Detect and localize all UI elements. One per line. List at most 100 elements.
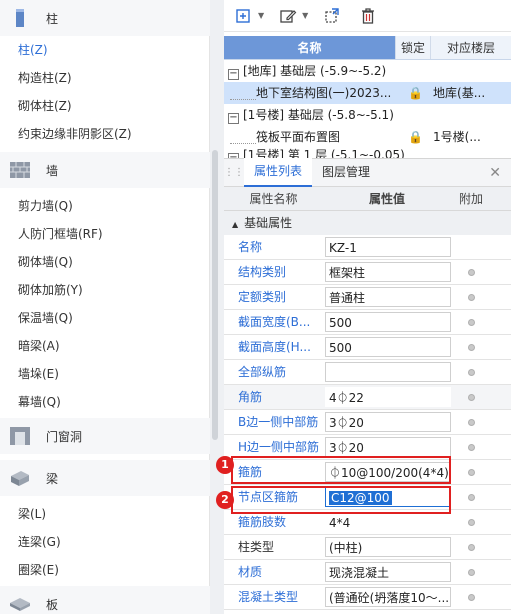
- header-extra: 附加: [458, 192, 483, 206]
- floor-value: 库(基...: [445, 86, 486, 100]
- layer-name: 地下室结构图(一)2023...: [256, 86, 392, 100]
- tree-item-construction-column[interactable]: 构造柱(Z): [0, 64, 72, 92]
- tree-item-civil-defense-wall[interactable]: 人防门框墙(RF): [0, 220, 103, 248]
- lock-icon[interactable]: 🔒: [398, 82, 433, 104]
- property-name: 材质: [238, 565, 263, 579]
- collapse-icon[interactable]: −: [228, 113, 239, 124]
- properties-panel: ⋮⋮ 属性列表 图层管理 ✕ 属性名称 属性值 附加 ▲ 基础属性 名称 KZ-1 …: [224, 158, 511, 614]
- property-value-input[interactable]: KZ-1: [325, 237, 451, 257]
- category-wall[interactable]: 墙: [0, 152, 210, 188]
- tree-item-beam[interactable]: 梁(L): [0, 500, 46, 528]
- extra-checkbox[interactable]: [467, 368, 475, 376]
- chevron-down-icon[interactable]: ▼: [258, 11, 264, 20]
- property-name: B边一侧中部筋: [238, 415, 319, 429]
- tree-item-shear-wall[interactable]: 剪力墙(Q): [0, 192, 73, 220]
- highlight-box-stirrup: [231, 456, 451, 484]
- property-value-input[interactable]: (中柱): [325, 537, 451, 557]
- tree-item-column[interactable]: 柱(Z): [0, 36, 48, 64]
- extra-checkbox[interactable]: [467, 343, 475, 351]
- copy-layer-icon[interactable]: [320, 5, 344, 27]
- property-value-input[interactable]: [325, 362, 451, 382]
- property-value-input[interactable]: 500: [325, 337, 451, 357]
- extra-checkbox[interactable]: [467, 443, 475, 451]
- properties-tabs: ⋮⋮ 属性列表 图层管理 ✕: [224, 158, 511, 187]
- property-name: 定额类别: [238, 290, 287, 304]
- tab-layer-management[interactable]: 图层管理: [312, 159, 380, 186]
- extra-checkbox[interactable]: [467, 493, 475, 501]
- tree-item-constraint-edge[interactable]: 约束边缘非阴影区(Z): [0, 120, 132, 148]
- tree-item-coupling-beam[interactable]: 连梁(G): [0, 528, 61, 556]
- layer-name: 筏板平面布置图: [256, 130, 341, 144]
- group-label: 基础属性: [244, 216, 293, 230]
- extra-checkbox[interactable]: [467, 318, 475, 326]
- category-beam[interactable]: 梁: [0, 460, 210, 496]
- category-column[interactable]: 柱: [0, 0, 210, 36]
- category-label: 墙: [46, 163, 59, 178]
- tree-item-hidden-beam[interactable]: 暗梁(A): [0, 332, 60, 360]
- layer-group-partial[interactable]: − [1号楼] 第 1 层 (-5.1~-0.05): [224, 148, 511, 158]
- property-value-input[interactable]: 500: [325, 312, 451, 332]
- highlight-box-joint-stirrup: [231, 486, 451, 514]
- tree-item-ring-beam[interactable]: 圈梁(E): [0, 556, 59, 584]
- collapse-arrow-icon[interactable]: ▲: [232, 220, 238, 229]
- callout-badge-1: 1: [216, 456, 234, 474]
- category-label: 板: [46, 597, 59, 612]
- tree-item-masonry-wall[interactable]: 砌体墙(Q): [0, 248, 73, 276]
- property-value-input[interactable]: 普通柱: [325, 287, 451, 307]
- extra-checkbox[interactable]: [467, 543, 475, 551]
- extra-checkbox[interactable]: [467, 268, 475, 276]
- tree-item-masonry-column[interactable]: 砌体柱(Z): [0, 92, 72, 120]
- property-name: 截面宽度(B...: [238, 315, 311, 329]
- property-value-input[interactable]: 现浇混凝土: [325, 562, 451, 582]
- extra-checkbox[interactable]: [467, 293, 475, 301]
- layer-group-building1[interactable]: − [1号楼] 基础层 (-5.8~-5.1): [224, 104, 511, 126]
- left-scrollbar-thumb[interactable]: [212, 150, 218, 440]
- column-icon: [8, 7, 32, 29]
- tree-item-masonry-rebar[interactable]: 砌体加筋(Y): [0, 276, 83, 304]
- group-label: [1号楼] 第 1 层 (-5.1~-0.05): [243, 148, 405, 158]
- add-layer-icon[interactable]: [232, 5, 256, 27]
- layer-row-basement-drawing[interactable]: 地下室结构图(一)2023... 🔒 地库(基...: [224, 82, 511, 104]
- chevron-down-icon[interactable]: ▼: [302, 11, 308, 20]
- property-row: 混凝土类型 (普通砼(坍落度10～...: [224, 585, 511, 610]
- tree-item-insulation-wall[interactable]: 保温墙(Q): [0, 304, 73, 332]
- layer-row-raft-plan[interactable]: 筏板平面布置图 🔒 1号楼(...: [224, 126, 511, 148]
- property-value-input[interactable]: 框架柱: [325, 262, 451, 282]
- property-row: B边一侧中部筋 3⏀20: [224, 410, 511, 435]
- header-name: 名称: [224, 36, 395, 59]
- tab-property-list[interactable]: 属性列表: [244, 158, 313, 187]
- extra-checkbox[interactable]: [467, 468, 475, 476]
- property-name: 混凝土类型: [238, 590, 299, 604]
- layer-table-header: 名称 锁定 对应楼层: [224, 36, 511, 60]
- property-row: 角筋 4⏀22: [224, 385, 511, 410]
- trash-icon[interactable]: [356, 5, 380, 27]
- slab-icon: [8, 593, 32, 614]
- property-row: 柱类型 (中柱): [224, 535, 511, 560]
- tree-item-wall-pier[interactable]: 墙垛(E): [0, 360, 59, 388]
- property-group-basic[interactable]: ▲ 基础属性: [224, 211, 511, 235]
- extra-checkbox[interactable]: [467, 393, 475, 401]
- property-value-input[interactable]: 3⏀20: [325, 437, 451, 457]
- beam-icon: [8, 467, 32, 489]
- category-door-window[interactable]: 门窗洞: [0, 418, 210, 454]
- extra-checkbox[interactable]: [467, 418, 475, 426]
- property-rows: 名称 KZ-1 结构类别 框架柱 定额类别 普通柱 截面宽度(B... 500 截面高度…: [224, 235, 511, 610]
- extra-checkbox[interactable]: [467, 593, 475, 601]
- property-name: 名称: [238, 240, 263, 254]
- edit-layer-icon[interactable]: [276, 5, 300, 27]
- tree-item-curtain-wall[interactable]: 幕墙(Q): [0, 388, 61, 416]
- close-icon[interactable]: ✕: [489, 165, 501, 181]
- layer-group-basement[interactable]: − [地库] 基础层 (-5.9~-5.2): [224, 60, 511, 82]
- property-value-input[interactable]: 4*4: [325, 512, 451, 532]
- floor-value: 1号楼(...: [433, 130, 481, 144]
- header-property-value: 属性值: [368, 192, 405, 206]
- extra-checkbox[interactable]: [467, 568, 475, 576]
- category-slab[interactable]: 板: [0, 586, 210, 614]
- property-value-input[interactable]: 3⏀20: [325, 412, 451, 432]
- lock-icon[interactable]: 🔒: [398, 126, 433, 148]
- drag-handle-icon[interactable]: ⋮⋮: [224, 167, 244, 178]
- property-value-input[interactable]: (普通砼(坍落度10～...: [325, 587, 451, 607]
- collapse-icon[interactable]: −: [228, 69, 239, 80]
- extra-checkbox[interactable]: [467, 518, 475, 526]
- property-value-input[interactable]: 4⏀22: [325, 387, 451, 407]
